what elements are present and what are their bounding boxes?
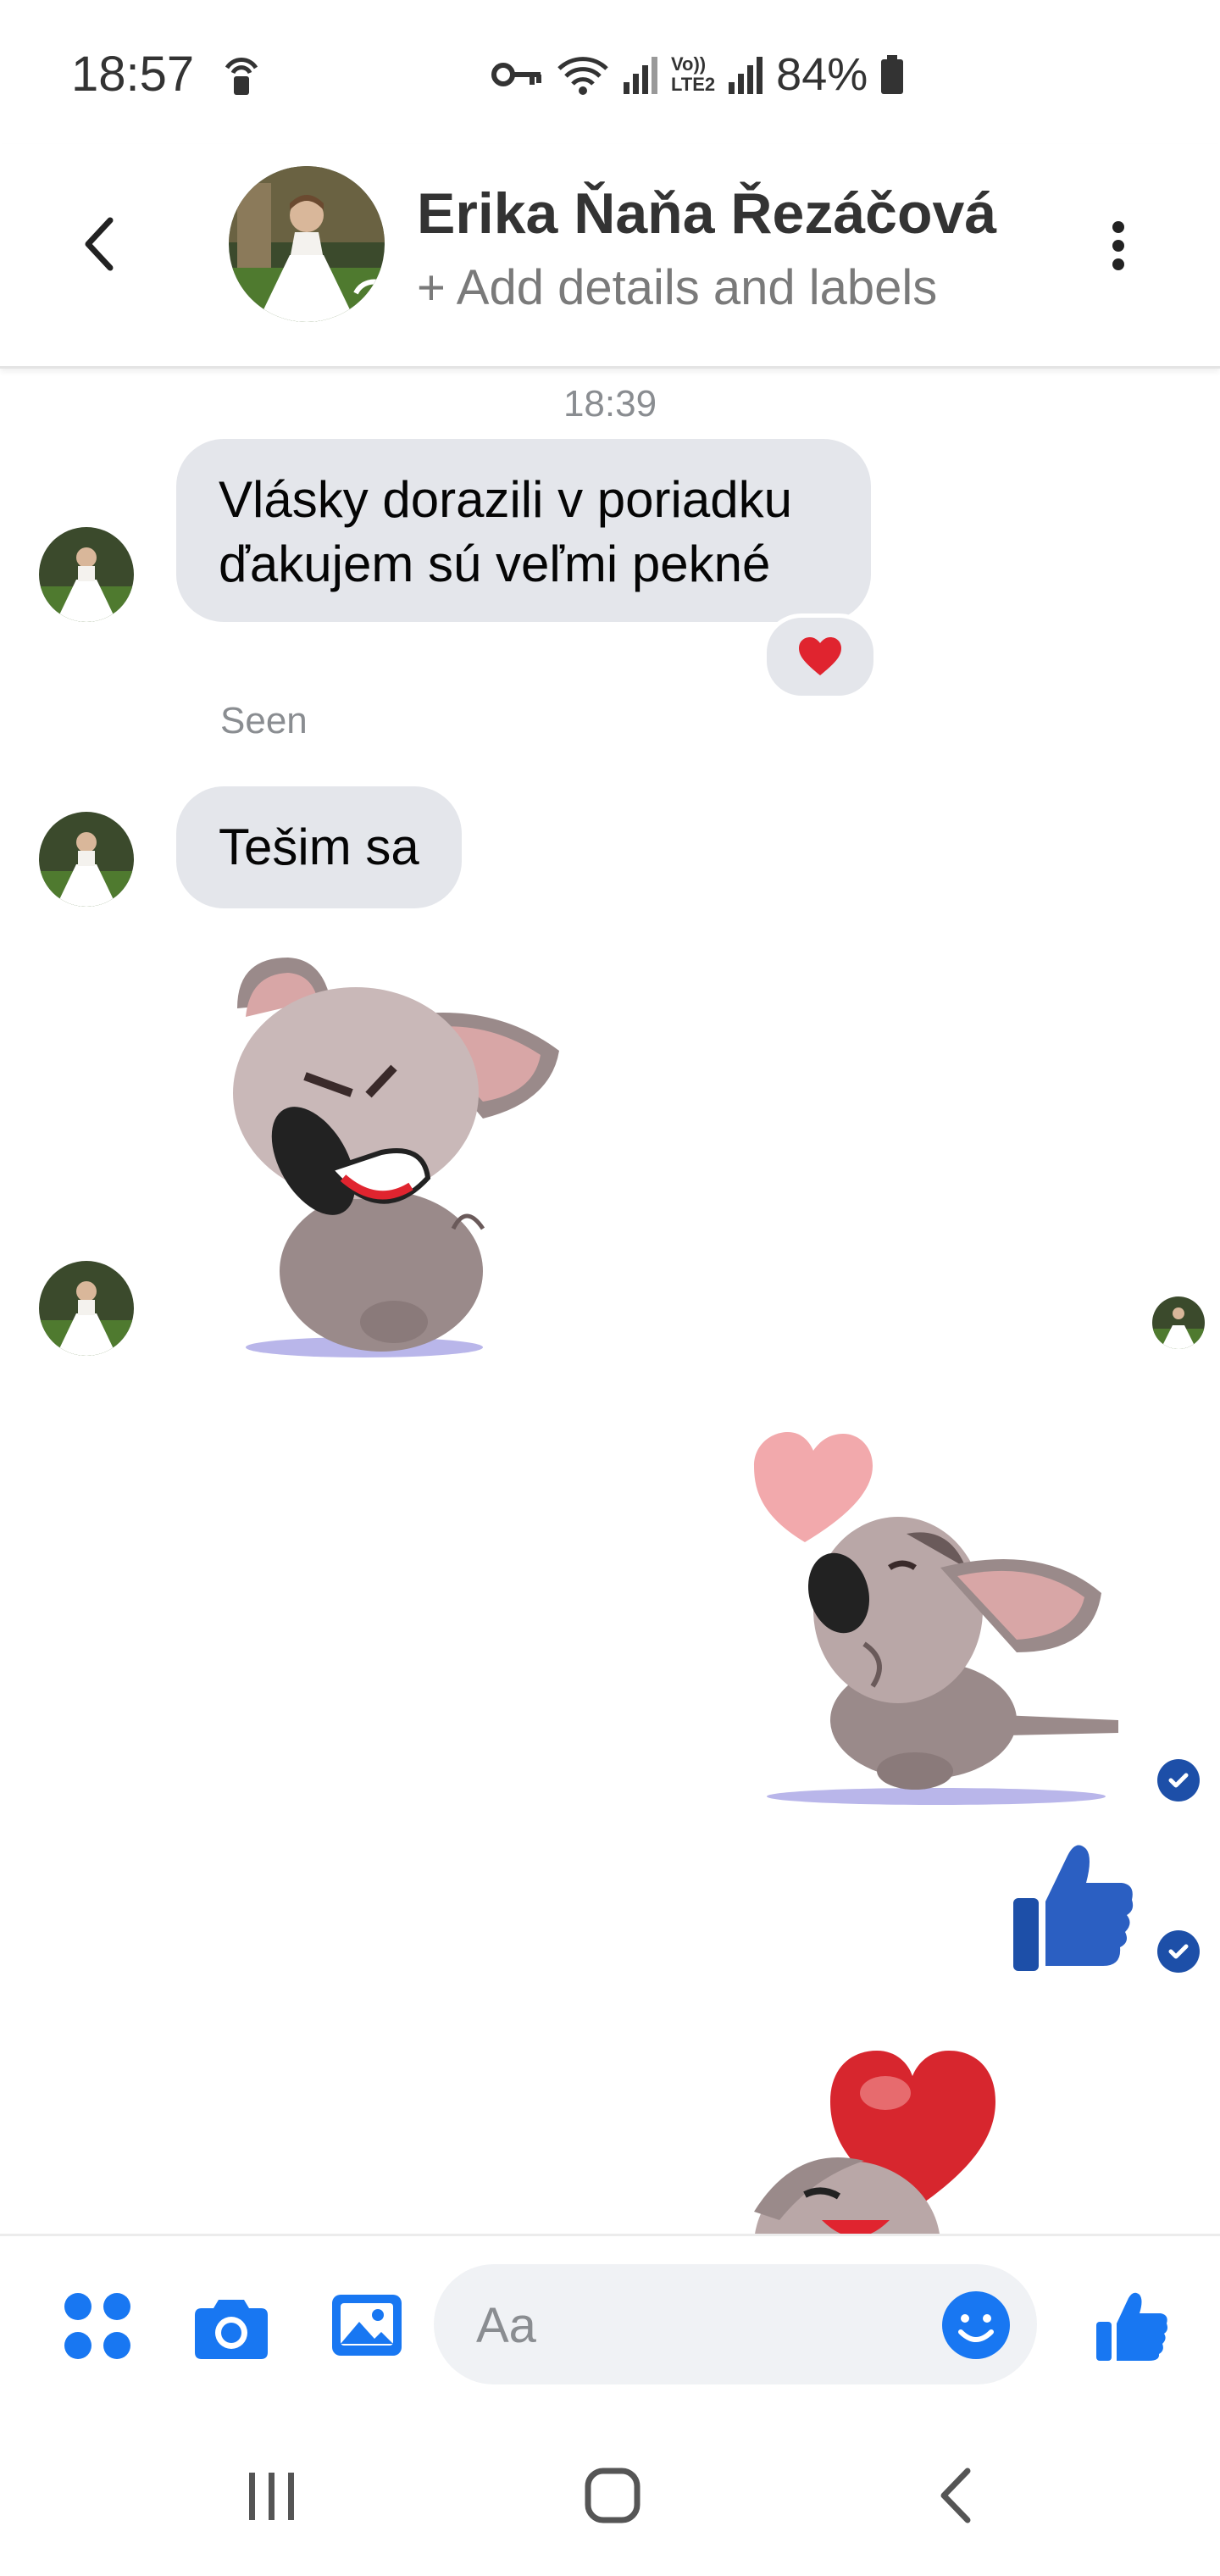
volte-label: Vo)) — [671, 53, 707, 75]
message-timestamp: 18:39 — [563, 383, 657, 425]
contact-name[interactable]: Erika Ňaňa Řezáčová — [417, 178, 996, 249]
thumbs-up-icon — [1096, 2292, 1167, 2361]
heart-reaction-icon — [799, 637, 841, 675]
dog-sticker-balloon[interactable] — [746, 2017, 1135, 2234]
message-bubble[interactable]: Vlásky dorazili v poriadku ďakujem sú ve… — [176, 439, 871, 622]
apps-grid-icon — [64, 2293, 130, 2359]
sender-avatar — [39, 1261, 134, 1356]
sent-checkmark-icon — [1157, 1759, 1200, 1802]
emoji-icon — [942, 2291, 1010, 2359]
hotspot-icon — [222, 51, 261, 103]
battery-icon — [879, 53, 905, 96]
add-details-link[interactable]: + Add details and labels — [417, 258, 937, 319]
recent-apps-icon — [249, 2473, 294, 2520]
home-button[interactable] — [574, 2457, 651, 2534]
thumbs-up-message[interactable] — [1008, 1839, 1135, 1974]
thumbs-up-icon — [1013, 1845, 1134, 1971]
recent-apps-button[interactable] — [234, 2457, 310, 2534]
system-back-button[interactable] — [918, 2457, 995, 2534]
camera-icon — [195, 2300, 268, 2359]
signal-icon — [622, 53, 659, 96]
status-time: 18:57 — [71, 47, 195, 102]
gallery-icon — [332, 2295, 402, 2356]
dog-sticker-kissing[interactable] — [746, 1398, 1135, 1805]
signal-icon-2 — [727, 53, 764, 96]
message-bubble[interactable]: Tešim sa — [176, 786, 462, 908]
status-indicators: Vo)) LTE2 84% — [491, 44, 905, 105]
system-back-icon — [940, 2468, 971, 2523]
back-arrow-icon — [85, 217, 114, 271]
sent-checkmark-icon — [1157, 1930, 1200, 1973]
lte-label: LTE2 — [671, 74, 716, 95]
message-text: Tešim sa — [219, 819, 419, 875]
gallery-button[interactable] — [329, 2288, 405, 2364]
more-options-button[interactable] — [1098, 212, 1139, 280]
dog-sticker-laughing[interactable] — [212, 949, 576, 1364]
battery-percent: 84% — [776, 49, 868, 100]
message-input[interactable] — [474, 2264, 918, 2386]
emoji-button[interactable] — [940, 2290, 1012, 2361]
like-button[interactable] — [1093, 2288, 1169, 2364]
back-button[interactable] — [75, 210, 125, 278]
sender-avatar — [39, 527, 134, 622]
contact-avatar[interactable] — [229, 166, 385, 322]
seen-label: Seen — [220, 700, 308, 741]
vpn-key-icon — [491, 58, 544, 92]
sender-avatar — [39, 812, 134, 907]
home-icon — [585, 2468, 640, 2523]
read-receipt-avatar — [1152, 1296, 1205, 1349]
volte-badge: Vo)) LTE2 — [671, 54, 715, 95]
camera-button[interactable] — [193, 2288, 269, 2364]
message-reaction[interactable] — [762, 613, 878, 700]
apps-button[interactable] — [59, 2288, 136, 2364]
more-vertical-icon — [1112, 221, 1124, 270]
wifi-icon — [556, 53, 610, 96]
message-text: Vlásky dorazili v poriadku ďakujem sú ve… — [219, 471, 792, 592]
